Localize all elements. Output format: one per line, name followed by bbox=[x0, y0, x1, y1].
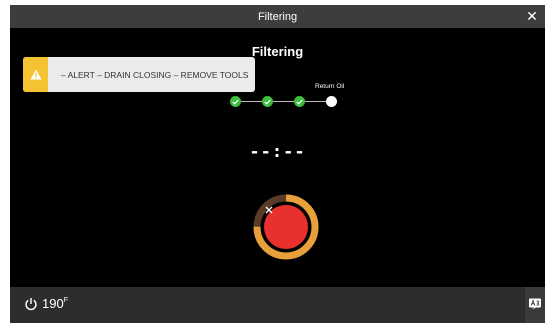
window-title: Filtering bbox=[257, 10, 298, 23]
close-icon[interactable]: ✕ bbox=[523, 7, 541, 25]
step-complete-icon bbox=[262, 96, 273, 107]
temperature-unit: F bbox=[63, 297, 68, 304]
translate-icon bbox=[529, 298, 541, 310]
temperature-readout: 190F bbox=[42, 296, 68, 311]
alert-banner[interactable]: – ALERT – DRAIN CLOSING – REMOVE TOOLS bbox=[23, 57, 255, 92]
timer-display: --:-- bbox=[249, 142, 306, 162]
step-complete-icon bbox=[294, 96, 305, 107]
temperature-value: 190 bbox=[42, 296, 64, 311]
step-label: Return Oil bbox=[315, 83, 345, 90]
step-active-dot bbox=[326, 96, 337, 107]
cancel-button[interactable] bbox=[264, 205, 308, 249]
step-complete-icon bbox=[230, 96, 241, 107]
language-button[interactable] bbox=[525, 287, 545, 323]
progress-line bbox=[235, 101, 333, 102]
alert-message: – ALERT – DRAIN CLOSING – REMOVE TOOLS bbox=[61, 69, 249, 80]
title-bar: Filtering ✕ bbox=[10, 5, 545, 28]
close-icon bbox=[265, 206, 273, 214]
power-icon[interactable] bbox=[24, 297, 38, 311]
warning-icon bbox=[23, 57, 48, 92]
fryer-screen: Filtering ✕ Filtering – ALERT – DRAIN CL… bbox=[10, 5, 545, 323]
status-bar: 190F bbox=[10, 287, 545, 323]
progress-dial bbox=[252, 193, 320, 261]
progress-steps: Return Oil bbox=[225, 83, 355, 113]
